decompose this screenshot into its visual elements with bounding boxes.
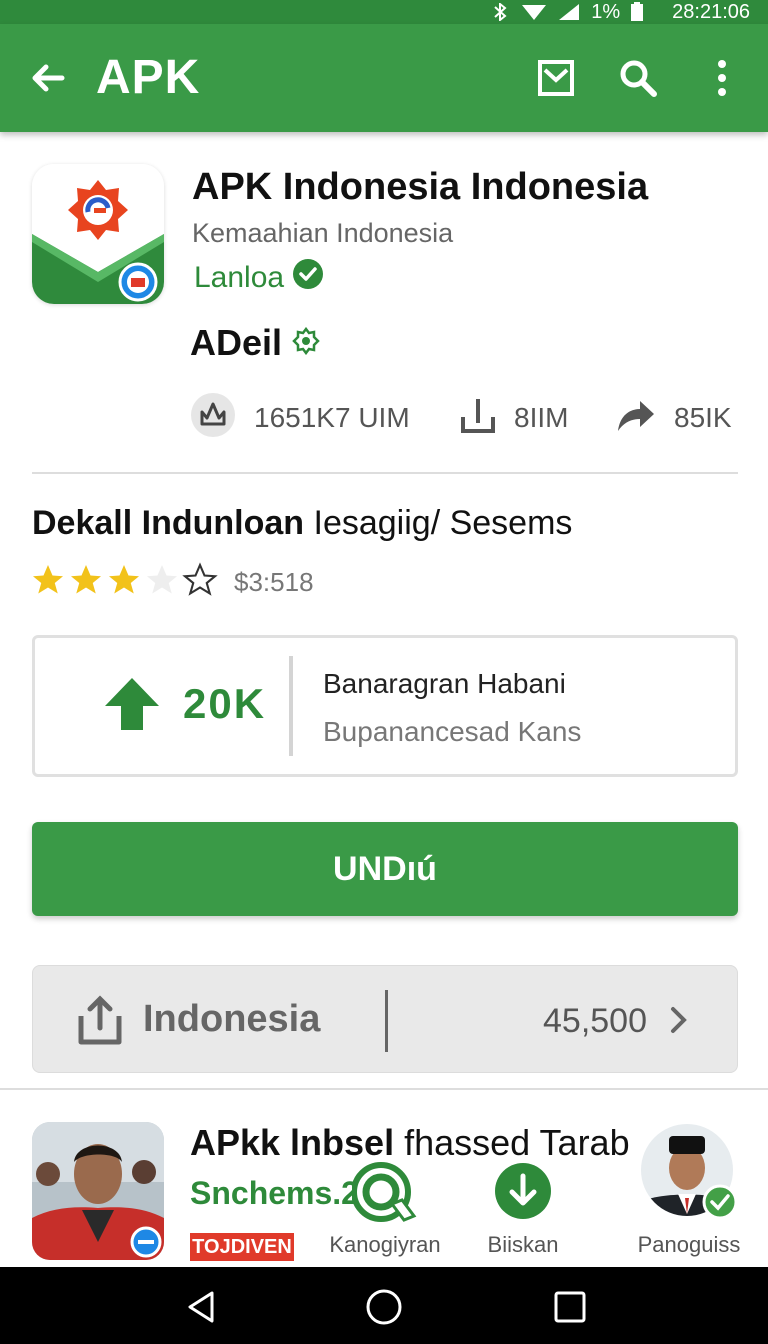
more-vert-icon[interactable] [698, 54, 746, 102]
download-icon [494, 1162, 552, 1225]
language-divider [385, 990, 388, 1052]
nav-recents-icon[interactable] [550, 1287, 590, 1327]
section-label: ADeil [190, 322, 320, 364]
star-filled-icon [106, 562, 142, 603]
star-empty-icon [144, 562, 180, 603]
stat-shares-value: 85IK [674, 402, 732, 433]
divider [0, 1088, 768, 1090]
wifi-icon [521, 3, 547, 21]
crown-icon [190, 392, 236, 445]
stats-row: 1651K7 UIM 8IIM 85IK [190, 392, 740, 444]
promo-count: 20K [183, 680, 267, 727]
battery-percent: 1% [591, 0, 621, 23]
download-button[interactable]: UNDıú [32, 822, 738, 916]
language-label: Indonesia [143, 998, 321, 1040]
app-title: APK Indonesia Indonesia [192, 166, 649, 208]
details-title: Dekall Indunloan Iesagiig/ Sesems [32, 504, 572, 543]
related-title-bold: APkk lnbsel [190, 1122, 395, 1163]
promo-line2: Bupanancesad Kans [323, 716, 582, 747]
details-title-bold: Dekall Indunloan [32, 504, 305, 542]
star-filled-icon [68, 562, 104, 603]
stat-downloads: 8IIM [460, 392, 568, 444]
star-outline-icon [182, 561, 218, 603]
share-icon [614, 395, 656, 442]
app-subtitle: Kemaahian Indonesia [192, 218, 454, 248]
section-label-text: ADeil [190, 322, 283, 363]
search-icon[interactable] [614, 54, 662, 102]
app-bar-title: APK [96, 51, 201, 104]
tab-search-label: Kanogiyran [329, 1232, 441, 1257]
rating-value: $3:518 [234, 566, 314, 597]
arrow-up-icon [103, 676, 161, 737]
developer-name[interactable]: Lanloa [194, 261, 284, 295]
download-count-icon [460, 395, 496, 442]
chevron-right-icon [669, 1006, 689, 1039]
signal-icon [557, 3, 581, 21]
mail-check-icon[interactable] [532, 54, 580, 102]
star-filled-icon [30, 562, 66, 603]
related-title[interactable]: APkk lnbsel fhassed Tarab [190, 1122, 630, 1164]
related-title-rest: fhassed Tarab [404, 1122, 630, 1163]
back-arrow-icon[interactable] [26, 56, 70, 100]
tab-download-label: Biiskan [487, 1232, 559, 1257]
verified-check-icon [292, 258, 324, 298]
language-row[interactable]: Indonesia 45,500 [32, 965, 738, 1073]
related-tag: TOJDIVEN [190, 1233, 294, 1261]
bluetooth-icon [489, 3, 511, 21]
related-app-thumbnail[interactable] [32, 1122, 164, 1260]
rating-row: $3:518 [30, 561, 314, 603]
tab-profile-label: Panoguiss [637, 1232, 741, 1257]
battery-icon [630, 2, 644, 22]
stat-rating-value: 1651K7 UIM [254, 402, 410, 433]
stat-shares: 85IK [614, 392, 732, 444]
divider [32, 472, 738, 474]
status-bar: 1% 28:21:06 [0, 0, 768, 24]
promo-divider [289, 656, 293, 756]
gear-badge-icon [292, 322, 320, 364]
app-icon [32, 164, 164, 304]
related-subtitle: Snchems.2 [190, 1175, 359, 1211]
system-nav-bar [0, 1267, 768, 1344]
nav-back-icon[interactable] [182, 1287, 222, 1327]
developer-row[interactable]: Lanloa [194, 258, 324, 298]
search-icon [351, 1160, 418, 1235]
stat-downloads-value: 8IIM [514, 402, 569, 433]
nav-home-icon[interactable] [364, 1287, 404, 1327]
details-title-rest: Iesagiig/ Sesems [313, 504, 573, 542]
promo-line1: Banaragran Habani [323, 668, 566, 699]
avatar [640, 1122, 738, 1227]
stat-rating: 1651K7 UIM [190, 392, 410, 444]
language-value: 45,500 [543, 1002, 647, 1040]
promo-card[interactable]: 20K Banaragran Habani Bupanancesad Kans [32, 635, 738, 777]
share-upload-icon [77, 994, 123, 1051]
app-bar: APK [0, 24, 768, 132]
clock: 28:21:06 [672, 0, 750, 23]
